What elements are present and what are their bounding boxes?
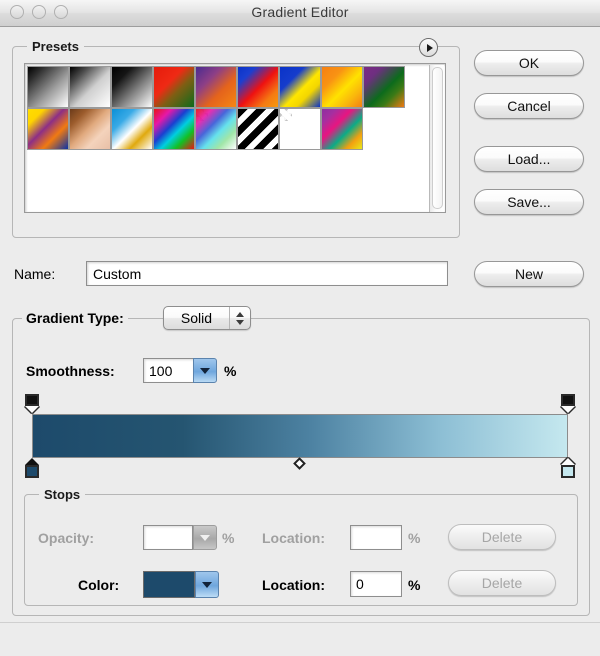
preset-swatch[interactable]: [27, 108, 69, 150]
cancel-button[interactable]: Cancel: [474, 93, 584, 119]
preset-swatch[interactable]: [111, 66, 153, 108]
preset-swatch-fill: [196, 67, 236, 107]
preset-swatch[interactable]: [363, 66, 405, 108]
gradient-type-label: Gradient Type:: [22, 310, 128, 326]
preset-menu-button[interactable]: [419, 38, 438, 57]
opacity-location-percent-label: %: [408, 530, 420, 546]
preset-swatch-fill: [28, 109, 68, 149]
preset-swatch[interactable]: [153, 66, 195, 108]
preset-swatch-grid: [27, 66, 413, 150]
stepper-icon[interactable]: [229, 307, 250, 329]
opacity-dropdown-button[interactable]: [193, 525, 217, 550]
opacity-label: Opacity:: [38, 530, 94, 546]
color-location-percent-label: %: [408, 577, 420, 593]
preset-swatch[interactable]: [27, 66, 69, 108]
chevron-down-icon: [202, 582, 212, 588]
gradient-type-value: Solid: [164, 310, 229, 326]
presets-group: Presets: [12, 46, 460, 238]
smoothness-percent-label: %: [224, 363, 236, 379]
preset-swatch-fill: [238, 67, 278, 107]
save-button[interactable]: Save...: [474, 189, 584, 215]
presets-list[interactable]: [24, 63, 446, 213]
color-location-input[interactable]: 0: [350, 571, 402, 597]
preset-swatch[interactable]: [279, 108, 321, 150]
chevron-down-icon: [200, 535, 210, 541]
preset-swatch-fill: [280, 67, 320, 107]
preset-swatch-fill: [154, 67, 194, 107]
smoothness-input[interactable]: 100: [143, 358, 193, 383]
opacity-percent-label: %: [222, 530, 234, 546]
bottom-divider: [0, 622, 600, 623]
gradient-preview-bar[interactable]: [32, 414, 568, 458]
opacity-stop-pointer-icon: [25, 406, 39, 413]
preset-swatch[interactable]: [237, 108, 279, 150]
gradient-type-select[interactable]: Solid: [163, 306, 251, 330]
presets-scrollbar[interactable]: [429, 65, 444, 213]
stops-label: Stops: [39, 487, 85, 502]
chevron-up-icon: [236, 312, 244, 317]
preset-swatch[interactable]: [195, 108, 237, 150]
chevron-down-icon: [200, 368, 210, 374]
opacity-stop-swatch: [25, 394, 39, 406]
load-button[interactable]: Load...: [474, 146, 584, 172]
preset-swatch[interactable]: [69, 108, 111, 150]
window-title: Gradient Editor: [0, 4, 600, 20]
color-stop-pointer-icon: [25, 458, 39, 465]
play-triangle-icon: [427, 44, 433, 52]
ok-button[interactable]: OK: [474, 50, 584, 76]
preset-swatch[interactable]: [279, 66, 321, 108]
preset-swatch[interactable]: [195, 66, 237, 108]
name-input[interactable]: Custom: [86, 261, 448, 286]
color-stop-marker[interactable]: [559, 458, 577, 480]
preset-swatch[interactable]: [237, 66, 279, 108]
color-label: Color:: [78, 577, 119, 593]
preset-swatch-fill: [280, 109, 320, 149]
preset-swatch-fill: [70, 109, 110, 149]
preset-swatch-fill: [196, 109, 236, 149]
color-location-label: Location:: [262, 577, 325, 593]
color-stop-swatch: [561, 465, 575, 478]
opacity-input[interactable]: [143, 525, 193, 550]
smoothness-dropdown-button[interactable]: [193, 358, 217, 383]
preset-swatch-fill: [154, 109, 194, 149]
preset-swatch-fill: [112, 67, 152, 107]
opacity-location-input[interactable]: [350, 525, 402, 550]
color-stop-pointer-icon: [561, 458, 575, 465]
preset-swatch-fill: [238, 109, 278, 149]
preset-swatch[interactable]: [153, 108, 195, 150]
preset-swatch[interactable]: [69, 66, 111, 108]
presets-scrollbar-thumb[interactable]: [432, 67, 443, 209]
opacity-delete-button[interactable]: Delete: [448, 524, 556, 550]
chevron-down-icon: [236, 320, 244, 325]
color-dropdown-button[interactable]: [195, 571, 219, 598]
preset-swatch-fill: [322, 67, 362, 107]
color-stop-swatch: [25, 465, 39, 478]
preset-swatch[interactable]: [321, 66, 363, 108]
preset-swatch-fill: [28, 67, 68, 107]
title-bar: Gradient Editor: [0, 0, 600, 27]
gradient-editor-window: Gradient Editor Presets OK Cancel Load..…: [0, 0, 600, 656]
name-label: Name:: [14, 266, 55, 282]
opacity-stop-pointer-icon: [561, 406, 575, 413]
new-button[interactable]: New: [474, 261, 584, 287]
smoothness-label: Smoothness:: [26, 363, 115, 379]
opacity-stop-marker[interactable]: [559, 394, 577, 414]
presets-label: Presets: [27, 39, 84, 54]
opacity-stop-marker[interactable]: [23, 394, 41, 414]
opacity-stop-swatch: [561, 394, 575, 406]
color-delete-button[interactable]: Delete: [448, 570, 556, 596]
preset-swatch-fill: [70, 67, 110, 107]
preset-swatch-fill: [322, 109, 362, 149]
color-stop-marker[interactable]: [23, 458, 41, 480]
opacity-location-label: Location:: [262, 530, 325, 546]
preset-swatch[interactable]: [321, 108, 363, 150]
color-swatch-button[interactable]: [143, 571, 195, 598]
preset-swatch-fill: [364, 67, 404, 107]
preset-swatch[interactable]: [111, 108, 153, 150]
preset-swatch-fill: [112, 109, 152, 149]
